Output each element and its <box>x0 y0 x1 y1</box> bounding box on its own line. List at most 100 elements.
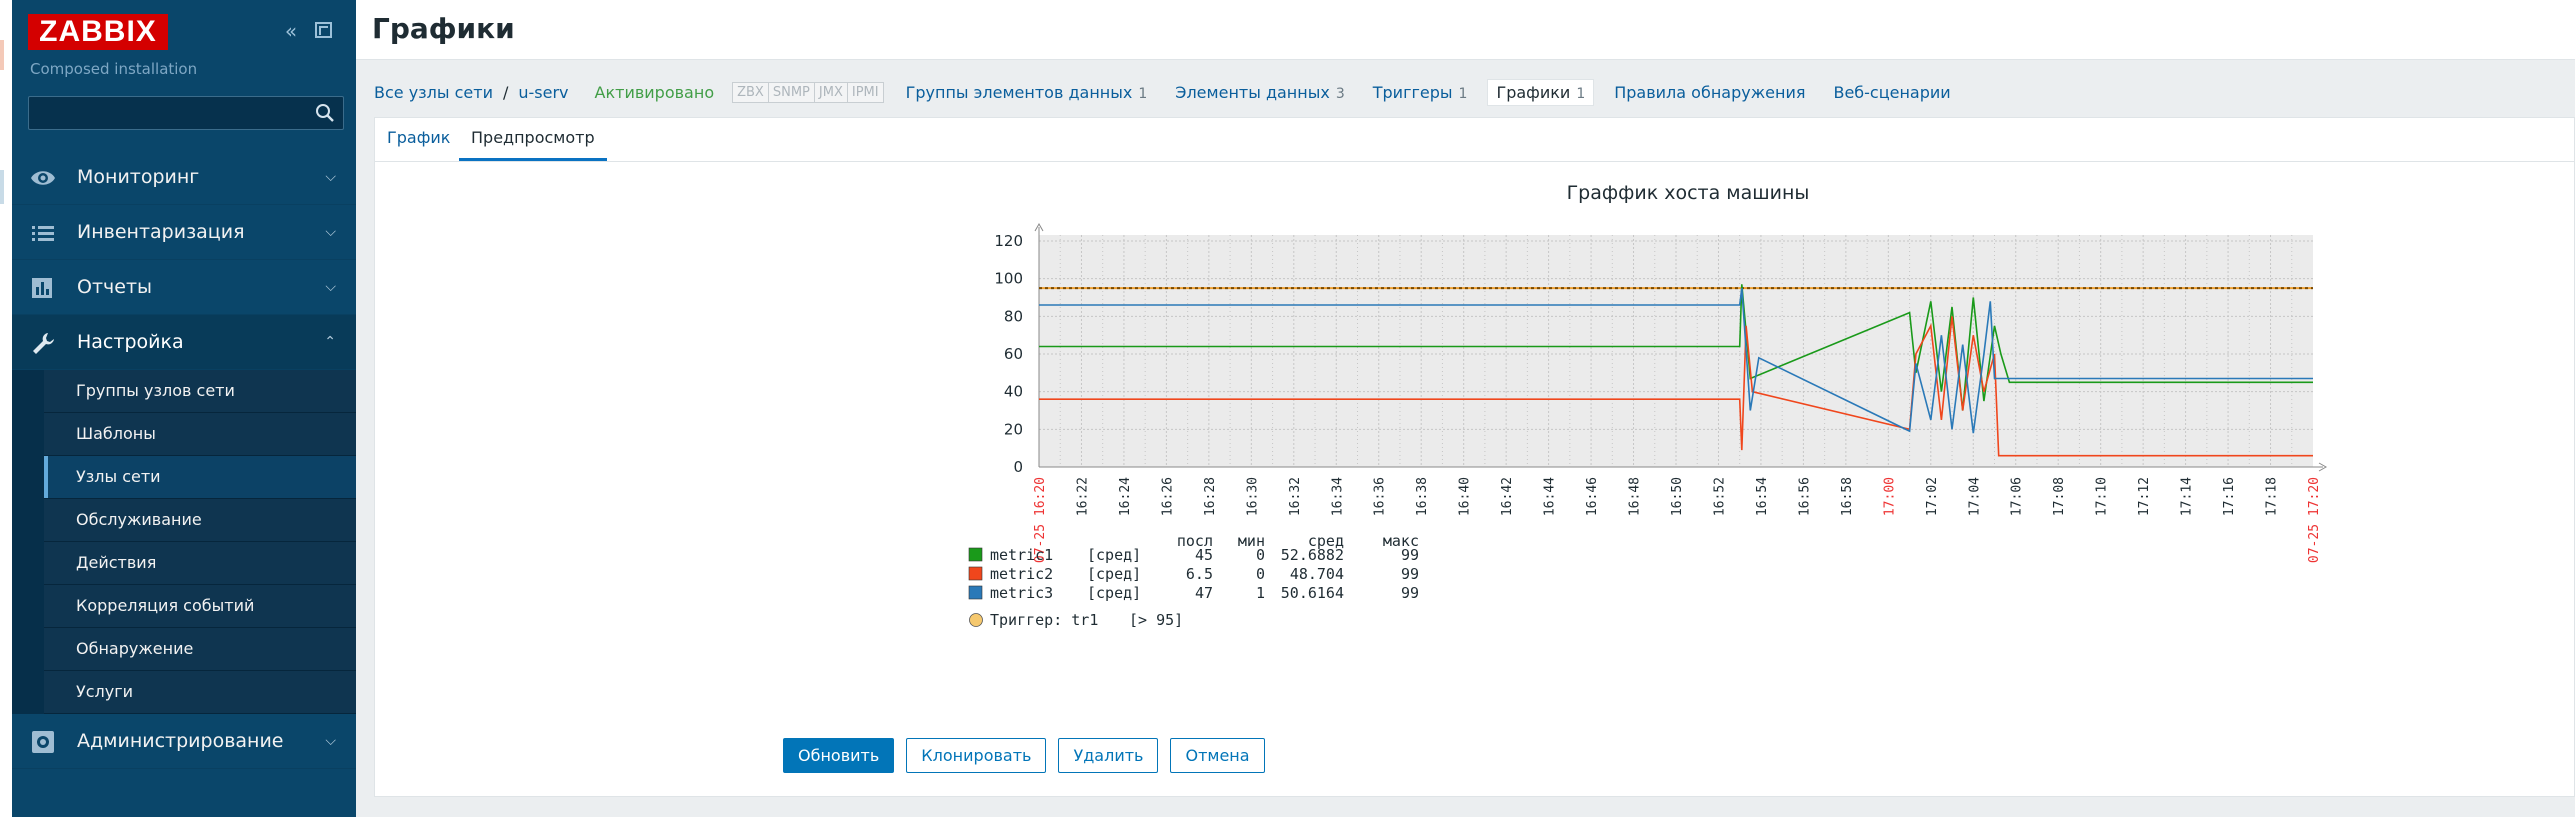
legend-trigger-expression: [> 95] <box>1129 611 1183 629</box>
y-tick-label: 120 <box>994 232 1023 250</box>
delete-button[interactable]: Удалить <box>1058 738 1159 773</box>
sidebar-search-input[interactable] <box>28 96 344 130</box>
legend-value: 1 <box>1256 584 1265 602</box>
menu-item-reports[interactable]: Отчеты ⌵ <box>12 260 356 315</box>
menu-label: Администрирование <box>77 730 284 752</box>
legend-trigger-icon <box>969 613 983 627</box>
search-icon[interactable] <box>315 103 335 123</box>
x-tick-label: 16:50 <box>1670 477 1685 516</box>
zbx-badge: ZBX <box>733 82 769 102</box>
x-tick-label: 16:36 <box>1373 477 1388 516</box>
menu-item-configuration[interactable]: Настройка ⌃ <box>12 315 356 370</box>
x-tick-label: 16:24 <box>1118 477 1133 516</box>
legend-value: 52.6882 <box>1281 546 1344 564</box>
x-tick-label: 16:58 <box>1840 477 1855 516</box>
jmx-badge: JMX <box>814 82 848 102</box>
chart-title: Граффик хоста машины <box>1567 182 1810 204</box>
x-tick-label: 16:34 <box>1330 477 1345 516</box>
server-name: Composed installation <box>30 60 198 78</box>
legend-series-name: metric2 <box>990 565 1053 583</box>
host-status[interactable]: Активировано <box>595 83 715 102</box>
tab-triggers[interactable]: Триггеры 1 <box>1373 83 1468 102</box>
x-tick-label: 17:18 <box>2265 477 2280 516</box>
submenu-item-actions[interactable]: Действия <box>44 542 356 585</box>
wrench-icon <box>33 333 54 354</box>
legend-function: [сред] <box>1087 565 1141 583</box>
zabbix-logo[interactable]: ZABBIX <box>28 14 168 50</box>
graph-form-panel: График Предпросмотр Граффик хоста машины… <box>374 117 2575 797</box>
menu-item-inventory[interactable]: Инвентаризация ⌵ <box>12 205 356 260</box>
host-link[interactable]: u-serv <box>518 83 568 102</box>
chevron-down-icon: ⌵ <box>325 733 336 749</box>
availability-badges: ZBX SNMP JMX IPMI <box>732 81 884 103</box>
submenu-item-maintenance[interactable]: Обслуживание <box>44 499 356 542</box>
page-header: Графики <box>356 0 2575 60</box>
x-tick-label: 16:48 <box>1628 477 1643 516</box>
update-button[interactable]: Обновить <box>783 738 895 773</box>
form-buttons: Обновить Клонировать Удалить Отмена <box>783 738 1265 773</box>
submenu-item-hosts[interactable]: Узлы сети <box>44 456 356 499</box>
x-tick-label: 17:04 <box>1967 477 1982 516</box>
legend-value: 0 <box>1256 565 1265 583</box>
legend-value: 45 <box>1195 546 1213 564</box>
submenu-item-discovery[interactable]: Обнаружение <box>44 628 356 671</box>
tab-graph[interactable]: График <box>387 128 450 147</box>
x-tick-label: 17:16 <box>2222 477 2237 516</box>
chevron-down-icon: ⌵ <box>325 169 336 185</box>
kiosk-mode-icon[interactable] <box>312 20 334 42</box>
snmp-badge: SNMP <box>768 82 815 102</box>
page-title: Графики <box>372 12 515 45</box>
cancel-button[interactable]: Отмена <box>1170 738 1265 773</box>
tab-web-scenarios[interactable]: Веб-сценарии <box>1833 83 1950 102</box>
submenu-item-event-correlation[interactable]: Корреляция событий <box>44 585 356 628</box>
submenu-item-services[interactable]: Услуги <box>44 671 356 714</box>
x-tick-label: 17:02 <box>1925 477 1940 516</box>
submenu-item-host-groups[interactable]: Группы узлов сети <box>44 370 356 413</box>
legend-swatch-metric1 <box>968 547 983 562</box>
menu-item-administration[interactable]: Администрирование ⌵ <box>12 714 356 769</box>
edge-marker <box>0 40 4 70</box>
x-tick-label: 16:52 <box>1712 477 1727 516</box>
list-icon <box>32 226 54 241</box>
x-tick-label: 16:56 <box>1797 477 1812 516</box>
host-navigation: Все узлы сети / u-serv Активировано ZBX … <box>374 74 1979 110</box>
y-tick-label: 60 <box>1004 345 1023 363</box>
graph-preview: Граффик хоста машины 0 20 40 60 80 100 120 16:22… <box>375 162 2574 682</box>
legend-series-name: metric3 <box>990 584 1053 602</box>
x-tick-label: 16:28 <box>1203 477 1218 516</box>
chevron-down-icon: ⌵ <box>325 224 336 240</box>
edge-marker <box>0 170 4 204</box>
x-tick-label: 16:30 <box>1245 477 1260 516</box>
legend-value: 48.704 <box>1290 565 1344 583</box>
menu-item-monitoring[interactable]: Мониторинг ⌵ <box>12 150 356 205</box>
y-tick-label: 20 <box>1004 420 1023 438</box>
x-tick-label: 17:00 <box>1882 477 1897 516</box>
tab-item-groups[interactable]: Группы элементов данных 1 <box>906 83 1148 102</box>
configuration-submenu: Группы узлов сети Шаблоны Узлы сети Обсл… <box>12 370 356 714</box>
chevron-down-icon: ⌵ <box>325 279 336 295</box>
tab-discovery-rules[interactable]: Правила обнаружения <box>1614 83 1805 102</box>
legend-function: [сред] <box>1087 584 1141 602</box>
tab-graphs[interactable]: Графики 1 <box>1487 78 1595 106</box>
legend-swatch-metric3 <box>968 585 983 600</box>
x-tick-label: 16:22 <box>1075 477 1090 516</box>
menu-label: Инвентаризация <box>77 221 245 243</box>
menu-label: Настройка <box>77 331 184 353</box>
collapse-sidebar-icon[interactable]: « <box>280 20 302 42</box>
x-tick-label: 16:42 <box>1500 477 1515 516</box>
ipmi-badge: IPMI <box>847 82 883 102</box>
submenu-item-templates[interactable]: Шаблоны <box>44 413 356 456</box>
line-chart: Граффик хоста машины02040608010012016:22… <box>968 182 2328 629</box>
all-hosts-link[interactable]: Все узлы сети <box>374 83 493 102</box>
form-tabs: График Предпросмотр <box>375 118 2574 162</box>
x-tick-label: 17:08 <box>2052 477 2067 516</box>
y-tick-label: 100 <box>994 270 1023 288</box>
x-tick-label: 16:46 <box>1585 477 1600 516</box>
x-tick-label: 17:14 <box>2180 477 2195 516</box>
main-menu: Мониторинг ⌵ Инвентаризация ⌵ Отчеты ⌵ Н… <box>12 150 356 769</box>
clone-button[interactable]: Клонировать <box>906 738 1047 773</box>
y-tick-label: 40 <box>1004 383 1023 401</box>
tab-preview[interactable]: Предпросмотр <box>459 128 607 161</box>
menu-label: Отчеты <box>77 276 153 298</box>
tab-items[interactable]: Элементы данных 3 <box>1175 83 1344 102</box>
